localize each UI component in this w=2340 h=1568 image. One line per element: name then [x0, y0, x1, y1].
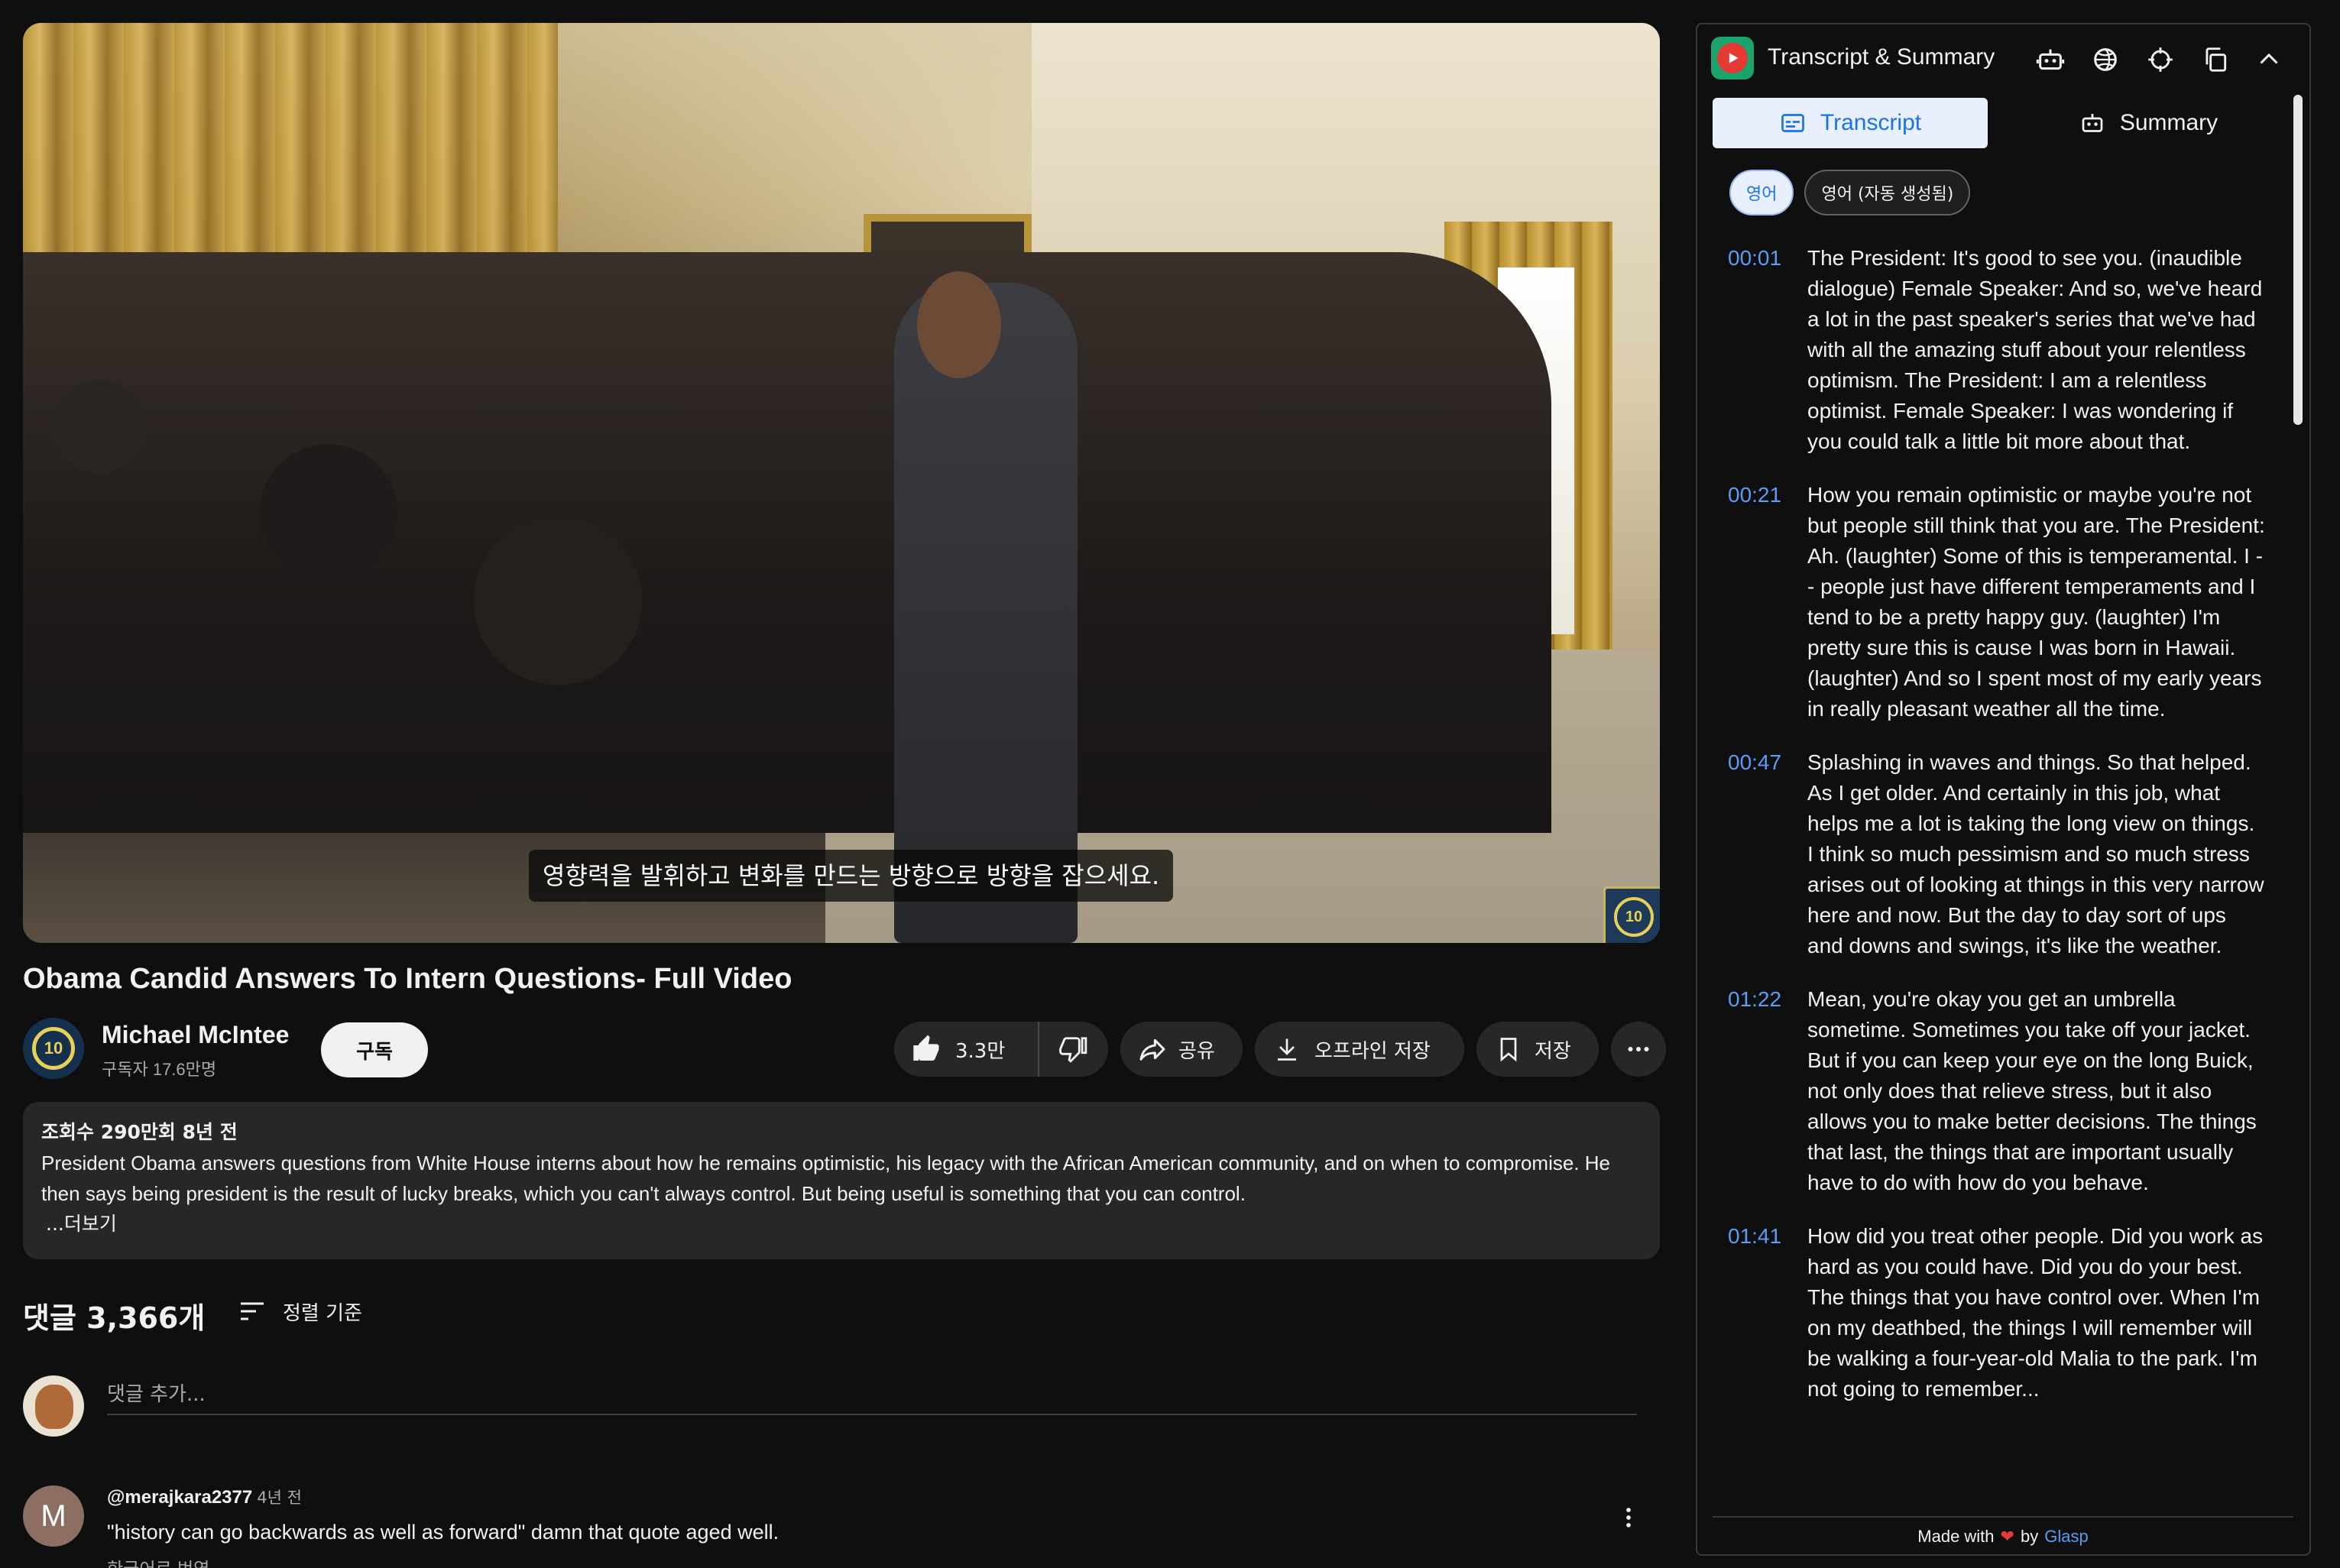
show-more-link[interactable]: ...더보기 — [41, 1209, 1642, 1239]
chatgpt-icon[interactable] — [2089, 43, 2122, 76]
language-chips: 영어 영어 (자동 생성됨) — [1729, 170, 1971, 215]
more-horizontal-icon — [1628, 1047, 1649, 1051]
sort-label: 정렬 기준 — [283, 1301, 362, 1325]
play-logo-icon — [1717, 43, 1748, 73]
thumbs-up-icon — [913, 1035, 939, 1061]
more-actions-button[interactable] — [1611, 1022, 1666, 1077]
transcript-timestamp[interactable]: 00:21 — [1728, 480, 1807, 724]
sort-comments-button[interactable]: 정렬 기준 — [237, 1296, 362, 1327]
download-button[interactable]: 오프라인 저장 — [1255, 1022, 1464, 1077]
comment-text: "history can go backwards as well as for… — [107, 1521, 779, 1544]
transcript-entry[interactable]: 00:47 Splashing in waves and things. So … — [1728, 747, 2278, 961]
chevron-up-icon[interactable] — [2252, 43, 2286, 76]
transcript-timestamp[interactable]: 00:47 — [1728, 747, 1807, 961]
channel-watermark[interactable]: 10 — [1603, 886, 1660, 943]
share-label: 공유 — [1178, 1039, 1215, 1063]
comment-menu-button[interactable] — [1612, 1502, 1645, 1534]
comment-time[interactable]: 4년 전 — [252, 1489, 302, 1507]
description-text: President Obama answers questions from W… — [41, 1152, 1611, 1205]
video-scene-head — [917, 271, 1001, 378]
more-vertical-icon — [1626, 1508, 1631, 1528]
transcript-entry[interactable]: 01:22 Mean, you're okay you get an umbre… — [1728, 984, 2278, 1198]
comment-author-line: @merajkara2377 4년 전 — [107, 1485, 302, 1508]
subscriber-count: 구독자 17.6만명 — [102, 1060, 217, 1079]
transcript-list: 00:01 The President: It's good to see yo… — [1728, 243, 2278, 1536]
like-count: 3.3만 — [955, 1039, 1006, 1063]
thumbs-down-icon — [1059, 1037, 1087, 1063]
comment-author-avatar[interactable]: M — [23, 1485, 84, 1547]
comment-count: 댓글 3,366개 — [23, 1301, 206, 1335]
share-icon — [1139, 1038, 1165, 1061]
heart-icon: ❤ — [2000, 1527, 2014, 1546]
crosshair-icon[interactable] — [2144, 43, 2177, 76]
channel-avatar[interactable]: 10 — [23, 1018, 84, 1079]
save-label: 저장 — [1535, 1039, 1571, 1063]
tab-summary[interactable]: Summary — [2011, 98, 2286, 148]
panel-header: Transcript & Summary — [1697, 24, 2309, 92]
share-button[interactable]: 공유 — [1120, 1022, 1243, 1077]
panel-footer: Made with ❤ by Glasp — [1713, 1516, 2293, 1554]
footer-by: by — [2020, 1527, 2039, 1546]
video-player[interactable]: 영향력을 발휘하고 변화를 만드는 방향으로 방향을 잡으세요. 10 — [23, 23, 1660, 943]
add-comment-input[interactable]: 댓글 추가... — [107, 1375, 1637, 1415]
transcript-timestamp[interactable]: 01:22 — [1728, 984, 1807, 1198]
view-count-and-date: 조회수 290만회 8년 전 — [41, 1121, 238, 1143]
comment-author[interactable]: @merajkara2377 — [107, 1487, 252, 1508]
video-scene-crowd — [23, 252, 1551, 833]
download-icon — [1278, 1038, 1296, 1061]
save-button[interactable]: 저장 — [1476, 1022, 1599, 1077]
video-caption: 영향력을 발휘하고 변화를 만드는 방향으로 방향을 잡으세요. — [529, 850, 1174, 902]
sort-icon — [241, 1302, 264, 1320]
channel-avatar-logo: 10 — [32, 1027, 75, 1070]
footer-made-with: Made with — [1917, 1527, 1995, 1546]
extension-logo-icon — [1711, 37, 1754, 79]
watermark-logo: 10 — [1614, 897, 1654, 937]
download-label: 오프라인 저장 — [1314, 1039, 1431, 1063]
tab-transcript[interactable]: Transcript — [1713, 98, 1988, 148]
robot-icon — [2082, 114, 2103, 132]
glasp-link[interactable]: Glasp — [2044, 1527, 2088, 1547]
like-button[interactable]: 3.3만 — [894, 1022, 1039, 1077]
panel-title: Transcript & Summary — [1768, 44, 1995, 70]
bookmark-icon — [1500, 1038, 1517, 1062]
youtube-watch-page: 영향력을 발휘하고 변화를 만드는 방향으로 방향을 잡으세요. 10 Obam… — [0, 0, 2340, 1568]
like-dislike-group: 3.3만 — [894, 1022, 1108, 1077]
transcript-text: How did you treat other people. Did you … — [1807, 1224, 2264, 1401]
tab-summary-label: Summary — [2119, 110, 2218, 135]
subscribe-button[interactable]: 구독 — [321, 1022, 428, 1077]
dislike-button[interactable] — [1039, 1022, 1108, 1077]
transcript-entry[interactable]: 00:01 The President: It's good to see yo… — [1728, 243, 2278, 457]
lang-chip-english-auto[interactable]: 영어 (자동 생성됨) — [1804, 170, 1971, 215]
translate-comment-link[interactable]: 한국어로 번역 — [107, 1554, 209, 1568]
transcript-text: How you remain optimistic or maybe you'r… — [1807, 483, 2265, 721]
transcript-text: Splashing in waves and things. So that h… — [1807, 750, 2264, 957]
ai-robot-icon[interactable] — [2034, 43, 2067, 76]
transcript-text: The President: It's good to see you. (in… — [1807, 246, 2263, 453]
scrollbar-thumb[interactable] — [2293, 95, 2303, 425]
channel-name[interactable]: Michael McIntee — [102, 1021, 289, 1049]
channel-row: 10 Michael McIntee 구독자 17.6만명 구독 3.3만 공유… — [23, 1016, 1666, 1082]
transcript-entry[interactable]: 01:41 How did you treat other people. Di… — [1728, 1221, 2278, 1404]
video-scene-standing-figure — [894, 283, 1078, 943]
panel-tabs: Transcript Summary — [1713, 98, 2286, 148]
transcript-timestamp[interactable]: 00:01 — [1728, 243, 1807, 457]
squirrel-avatar-image — [35, 1385, 73, 1429]
copy-icon[interactable] — [2199, 43, 2232, 76]
user-avatar — [23, 1375, 84, 1437]
video-title: Obama Candid Answers To Intern Questions… — [23, 963, 792, 995]
transcript-timestamp[interactable]: 01:41 — [1728, 1221, 1807, 1404]
transcript-summary-panel: Transcript & Summary Transcript Summary … — [1696, 23, 2311, 1556]
transcript-entry[interactable]: 00:21 How you remain optimistic or maybe… — [1728, 480, 2278, 724]
tab-transcript-label: Transcript — [1820, 110, 1922, 135]
transcript-text: Mean, you're okay you get an umbrella so… — [1807, 987, 2257, 1194]
subtitles-icon — [1781, 114, 1804, 132]
lang-chip-english[interactable]: 영어 — [1729, 170, 1794, 215]
description-box[interactable]: 조회수 290만회 8년 전 President Obama answers q… — [23, 1102, 1660, 1259]
